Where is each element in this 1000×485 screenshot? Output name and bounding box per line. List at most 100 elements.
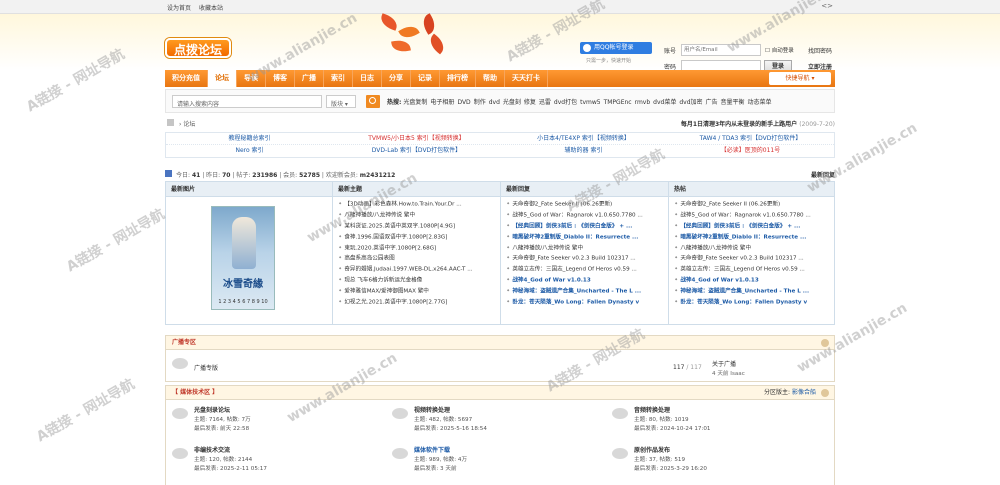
site-notice[interactable]: 每月1日清理3年内从未登录的新手上路用户 (2009-7-20)	[681, 119, 835, 128]
hot-search-term[interactable]: 光盘复制	[403, 99, 427, 106]
forum-last-post[interactable]: 最后发表: 2025-5-16 18:54	[414, 424, 487, 432]
list-item[interactable]: 八龍神播放/八龙神传说 繁中	[675, 243, 834, 254]
list-item[interactable]: 暗黑破坏神2重制版_Diablo II：Resurrecte ...	[675, 232, 834, 243]
latest-replies-link[interactable]: 最新回复	[811, 170, 835, 179]
forum-entry[interactable]: 音频转换处理 主题: 80, 帖数: 1019 最后发表: 2024-10-24 1…	[606, 401, 806, 437]
find-password-link[interactable]: 找回密码	[808, 46, 832, 55]
list-item[interactable]: 【经典回顾】剑侠3前后 : 《剑侠白金版》 + ...	[675, 221, 834, 232]
forum-name[interactable]: 原创作品发布	[634, 445, 670, 454]
forum-name[interactable]: 媒体软件下载	[414, 445, 450, 454]
collapse-icon[interactable]	[821, 339, 829, 347]
index-link[interactable]: Nero 索引	[166, 145, 333, 157]
list-item[interactable]: 神秘海域：盗贼遗产合集_Uncharted - The L ...	[675, 286, 834, 297]
home-icon[interactable]	[167, 119, 174, 126]
nav-item[interactable]: 广播	[295, 70, 324, 87]
movie-poster-image[interactable]: 冰雪奇緣 1 2 3 4 5 6 7 8 9 10	[211, 206, 275, 310]
list-item[interactable]: 幻视之光.2021.英语中字.1080P[2.77G]	[339, 297, 500, 308]
list-item[interactable]: 束玩.2020.英语中字.1080P[2.68G]	[339, 243, 500, 254]
forum-last-post[interactable]: 最后发表: 2025-3-29 16:20	[634, 464, 707, 472]
search-input[interactable]: 请输入搜索内容	[172, 95, 322, 108]
index-link[interactable]: DVD-Lab 索引【DVD打包软件】	[333, 145, 500, 157]
index-link[interactable]: TVMW5/小日本5 索引【视频转换】	[333, 133, 500, 144]
index-link[interactable]: TAW4 / TDA3 索引【DVD打包软件】	[667, 133, 834, 144]
forum-entry[interactable]: 非编技术交流 主题: 120, 帖数: 2144 最后发表: 2025-2-11 0…	[166, 441, 366, 477]
hot-search-term[interactable]: 光盘刻	[503, 99, 521, 106]
moderator-link[interactable]: 影像合船	[792, 389, 816, 396]
newest-member-link[interactable]: m2431212	[360, 172, 395, 179]
list-item[interactable]: 卧龙：苍天陨落_Wo Long：Fallen Dynasty v	[507, 297, 668, 308]
breadcrumb-current[interactable]: › 论坛	[179, 119, 195, 128]
hot-search-term[interactable]: rmvb	[635, 99, 651, 106]
nav-item[interactable]: 索引	[324, 70, 353, 87]
hot-search-term[interactable]: 音量平衡	[721, 99, 745, 106]
collapse-icon[interactable]	[821, 389, 829, 397]
list-item[interactable]: 英雄立志传：三国志_Legend Of Heros v0.59 ...	[507, 264, 668, 275]
list-item[interactable]: 战神5_God of War：Ragnarok v1.0.650.7780 ..…	[675, 210, 834, 221]
forum-entry[interactable]: 光盘刻录论坛 主题: 7164, 帖数: 7万 最后发表: 前天 22:58	[166, 401, 366, 437]
index-link[interactable]: 小日本4/TE4XP 索引【视频转换】	[500, 133, 667, 144]
search-scope-select[interactable]: 版块 ▾	[326, 95, 356, 108]
list-item[interactable]: 某科货证.2025.英语中英双字.1080P[4.9G]	[339, 221, 500, 232]
nav-item[interactable]: 积分充值	[165, 70, 208, 87]
switch-width-icon[interactable]: <>	[821, 2, 833, 10]
nav-item[interactable]: 日志	[353, 70, 382, 87]
hot-search-term[interactable]: tvmw5	[580, 99, 600, 106]
list-item[interactable]: 【经典回顾】剑侠3前后 : 《剑侠白金版》 + ...	[507, 221, 668, 232]
index-link[interactable]: 教程秘籍总索引	[166, 133, 333, 144]
nav-item[interactable]: 论坛	[208, 70, 237, 87]
hot-search-term[interactable]: DVD	[457, 99, 470, 106]
nav-item[interactable]: 帮助	[476, 70, 505, 87]
nav-item[interactable]: 导读	[237, 70, 266, 87]
forum-entry[interactable]: 视频转换处理 主题: 482, 帖数: 5697 最后发表: 2025-5-16 1…	[386, 401, 586, 437]
set-home-link[interactable]: 设为首页	[167, 5, 191, 12]
list-item[interactable]: 战神4_God of War v1.0.13	[507, 275, 668, 286]
list-item[interactable]: 八龍神播放/八龙神传说 繁中	[507, 243, 668, 254]
username-input[interactable]	[681, 44, 761, 56]
hot-search-term[interactable]: 广告	[706, 99, 718, 106]
index-link[interactable]: 辅助的器 索引	[500, 145, 667, 157]
forum-entry[interactable]: 原创作品发布 主题: 37, 帖数: 519 最后发表: 2025-3-29 16:…	[606, 441, 806, 477]
hot-search-term[interactable]: 制作	[474, 99, 486, 106]
search-icon[interactable]	[366, 95, 380, 108]
broadcast-last-title[interactable]: 关于广播	[712, 359, 736, 368]
hot-search-term[interactable]: 修复	[524, 99, 536, 106]
site-logo[interactable]: 点拨论坛	[165, 30, 235, 62]
hot-search-term[interactable]: dvd加密	[679, 99, 702, 106]
forum-entry[interactable]: 媒体软件下载 主题: 989, 帖数: 4万 最后发表: 3 天前	[386, 441, 586, 477]
list-item[interactable]: 英雄立志传：三国志_Legend Of Heros v0.59 ...	[675, 264, 834, 275]
forum-last-post[interactable]: 最后发表: 2024-10-24 17:01	[634, 424, 710, 432]
list-item[interactable]: 战神4_God of War v1.0.13	[675, 275, 834, 286]
list-item[interactable]: 天命奇御2_Fate Seeker II (06.26更新)	[675, 199, 834, 210]
quick-nav-button[interactable]: 快捷导航 ▾	[769, 72, 831, 85]
hot-search-term[interactable]: TMPGEnc	[604, 99, 632, 106]
list-item[interactable]: 暗黑破坏神2重制版_Diablo II：Resurrecte ...	[507, 232, 668, 243]
hot-search-term[interactable]: 电子相册	[430, 99, 454, 106]
hot-search-term[interactable]: 动态菜单	[748, 99, 772, 106]
list-item[interactable]: 奇异的婚姻.Judaai.1997.WEB-DL.x264.AAC-T ...	[339, 264, 500, 275]
auto-login-checkbox[interactable]: ☐ 自动登录	[765, 46, 794, 54]
list-item[interactable]: 八龍神播放/八龙神传说 繁中	[339, 210, 500, 221]
list-item[interactable]: 食神.1996.国语双语中字.1080P[2.83G]	[339, 232, 500, 243]
list-item[interactable]: 神秘海域：盗贼遗产合集_Uncharted - The L ...	[507, 286, 668, 297]
nav-item[interactable]: 博客	[266, 70, 295, 87]
poster-pager[interactable]: 1 2 3 4 5 6 7 8 9 10	[212, 299, 274, 305]
index-link[interactable]: 【必读】医顶的011号	[667, 145, 834, 157]
nav-item[interactable]: 排行榜	[440, 70, 476, 87]
forum-name[interactable]: 视频转换处理	[414, 405, 450, 414]
forum-name[interactable]: 音频转换处理	[634, 405, 670, 414]
list-item[interactable]: 卧龙：苍天陨落_Wo Long：Fallen Dynasty v	[675, 297, 834, 308]
list-item[interactable]: 天命奇御2_Fate Seeker II (06.26更新)	[507, 199, 668, 210]
forum-last-post[interactable]: 最后发表: 3 天前	[414, 464, 457, 472]
broadcast-last-info[interactable]: 4 天前 Isaac	[712, 369, 745, 377]
list-item[interactable]: 战神5_God of War：Ragnarok v1.0.650.7780 ..…	[507, 210, 668, 221]
forum-name[interactable]: 非编技术交流	[194, 445, 230, 454]
forum-last-post[interactable]: 最后发表: 2025-2-11 05:17	[194, 464, 267, 472]
list-item[interactable]: 现总 飞车6格力诉新运光金格像	[339, 275, 500, 286]
list-item[interactable]: 天命奇御_Fate Seeker v0.2.3 Build 102317 ...	[675, 253, 834, 264]
list-item[interactable]: 高盘系高岛公园表图	[339, 253, 500, 264]
bookmark-link[interactable]: 收藏本站	[199, 5, 223, 12]
list-item[interactable]: 【3D动画】彩色森林.How.to.Train.Your.Dr ...	[339, 199, 500, 210]
nav-item[interactable]: 分享	[382, 70, 411, 87]
nav-item[interactable]: 天天打卡	[505, 70, 548, 87]
hot-search-term[interactable]: dvd打包	[554, 99, 577, 106]
